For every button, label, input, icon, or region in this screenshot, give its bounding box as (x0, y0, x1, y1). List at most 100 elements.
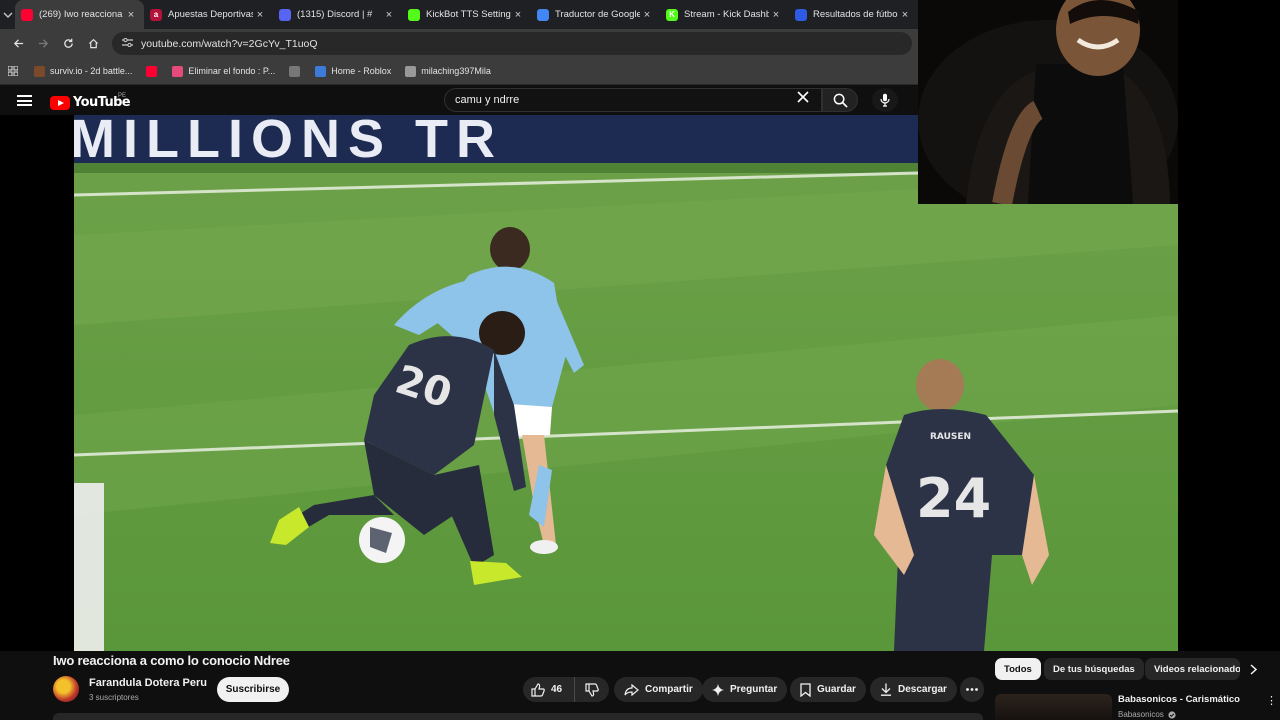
bookmark-favicon-icon (172, 65, 184, 77)
search-button[interactable] (822, 88, 858, 112)
voice-search-button[interactable] (872, 88, 898, 112)
microphone-icon (880, 93, 890, 107)
bookmark-favicon-icon (289, 65, 301, 77)
ad-board-text: MILLIONS TR (74, 115, 503, 169)
bookmark-favicon-icon (405, 65, 417, 77)
search-input-value: camu y ndrre (455, 94, 520, 106)
bookmark-favicon-icon (34, 65, 45, 77)
browser-tab[interactable]: Resultados de fútbol × (789, 0, 918, 29)
forward-arrow-icon[interactable] (31, 31, 56, 56)
webcam-overlay (918, 0, 1178, 204)
tab-search-chevron-icon[interactable] (0, 0, 15, 29)
tab-title: Apuestas Deportivas (168, 9, 253, 20)
video-title: Iwo reacciona a como lo conocio Ndree (53, 653, 290, 668)
ask-label: Preguntar (730, 684, 778, 695)
tab-close-icon[interactable]: × (382, 9, 396, 21)
tab-close-icon[interactable]: × (769, 9, 783, 21)
tab-close-icon[interactable]: × (898, 9, 912, 21)
chevron-right-icon[interactable] (1250, 663, 1258, 678)
clear-search-icon[interactable] (797, 91, 809, 106)
description-box[interactable] (53, 713, 983, 720)
browser-tab[interactable]: a Apuestas Deportivas × (144, 0, 273, 29)
share-label: Compartir (645, 684, 693, 695)
bookmark-label: Home - Roblox (331, 66, 392, 76)
tab-title: Resultados de fútbol (813, 9, 898, 20)
bookmark-item[interactable]: Home - Roblox (315, 65, 392, 77)
tab-close-icon[interactable]: × (640, 9, 654, 21)
tab-title: (1315) Discord | # (297, 9, 373, 20)
browser-tab-bar: (269) Iwo reacciona a × a Apuestas Deportiv… (0, 0, 918, 29)
ask-button[interactable]: Preguntar (702, 677, 788, 702)
tab-close-icon[interactable]: × (124, 9, 138, 21)
site-info-icon[interactable] (122, 37, 133, 50)
download-label: Descargar (898, 684, 947, 695)
url-field[interactable]: youtube.com/watch?v=2GcYv_T1uoQ (112, 32, 912, 55)
bookmark-item[interactable] (146, 65, 162, 77)
chip-related-videos[interactable]: Videos relacionados (1145, 658, 1240, 680)
sparkle-icon (712, 683, 724, 696)
reload-icon[interactable] (56, 31, 81, 56)
bookmark-label: milaching397Mila (421, 66, 491, 76)
download-icon (880, 683, 892, 696)
chip-all[interactable]: Todos (995, 658, 1041, 680)
browser-tab[interactable]: Traductor de Google × (531, 0, 660, 29)
subscriber-count: 3 suscriptores (89, 693, 139, 702)
bookmark-label: Eliminar el fondo : P... (188, 66, 276, 76)
youtube-play-icon (50, 95, 70, 110)
country-code: PE (118, 93, 127, 99)
like-count: 46 (551, 684, 563, 695)
bookmark-list: surviv.io - 2d battle... Eliminar el fond… (34, 65, 505, 77)
tab-title: Stream - Kick Dashbo (684, 9, 769, 20)
bookmarks-bar: surviv.io - 2d battle... Eliminar el fond… (0, 58, 918, 85)
tab-favicon-icon (408, 8, 420, 21)
search-icon (833, 93, 848, 108)
channel-name[interactable]: Farandula Dotera Peru (89, 677, 207, 689)
bookmark-item[interactable]: Eliminar el fondo : P... (172, 65, 276, 77)
tab-favicon-icon (795, 8, 807, 21)
back-arrow-icon[interactable] (6, 31, 31, 56)
download-button[interactable]: Descargar (870, 677, 957, 702)
tab-favicon-icon: K (666, 8, 678, 21)
tab-close-icon[interactable]: × (253, 9, 267, 21)
related-video-title[interactable]: Babasonicos - Carismático (1118, 694, 1240, 705)
apps-grid-icon[interactable] (8, 66, 18, 76)
jersey-number-24: 24 (916, 467, 991, 530)
url-text: youtube.com/watch?v=2GcYv_T1uoQ (141, 37, 318, 50)
like-dislike-group: 46 (523, 677, 609, 702)
tab-title: Traductor de Google (555, 9, 640, 20)
bookmark-item[interactable] (289, 65, 305, 77)
bookmark-item[interactable]: surviv.io - 2d battle... (34, 65, 133, 77)
browser-tab[interactable]: (1315) Discord | # × (273, 0, 402, 29)
channel-avatar[interactable] (53, 676, 79, 702)
tab-close-icon[interactable]: × (511, 9, 525, 21)
tab-favicon-icon: a (150, 8, 162, 21)
browser-tab[interactable]: KickBot TTS Settings × (402, 0, 531, 29)
related-video-channel: Babasonicos (1118, 710, 1176, 719)
like-button[interactable]: 46 (523, 677, 575, 702)
related-video-menu-icon[interactable]: ⋮ (1266, 694, 1277, 707)
browser-tab[interactable]: (269) Iwo reacciona a × (15, 0, 144, 29)
bookmark-item[interactable]: milaching397Mila (405, 65, 491, 77)
youtube-header: YouTube PE camu y ndrre (0, 85, 918, 115)
tab-strip: (269) Iwo reacciona a × a Apuestas Deportiv… (15, 0, 918, 29)
subscribe-button[interactable]: Suscribirse (217, 677, 289, 702)
tab-favicon-icon (537, 8, 549, 21)
chip-from-your-searches[interactable]: De tus búsquedas (1044, 658, 1144, 680)
bookmark-label: surviv.io - 2d battle... (50, 66, 133, 76)
tab-title: (269) Iwo reacciona a (39, 9, 124, 20)
thumbs-up-icon (531, 682, 545, 697)
more-actions-button[interactable] (960, 677, 984, 702)
save-button[interactable]: Guardar (790, 677, 866, 702)
home-icon[interactable] (81, 31, 106, 56)
dislike-button[interactable] (575, 682, 609, 697)
bookmark-icon (800, 682, 811, 697)
verified-check-icon (1168, 711, 1176, 719)
browser-tab[interactable]: K Stream - Kick Dashbo × (660, 0, 789, 29)
share-button[interactable]: Compartir (614, 677, 703, 702)
bookmark-favicon-icon (315, 65, 327, 77)
menu-icon[interactable] (17, 95, 32, 106)
jersey-name: RAUSEN (930, 432, 971, 442)
related-video-thumbnail[interactable] (995, 694, 1112, 720)
search-input[interactable]: camu y ndrre (444, 88, 822, 112)
share-icon (624, 683, 639, 696)
